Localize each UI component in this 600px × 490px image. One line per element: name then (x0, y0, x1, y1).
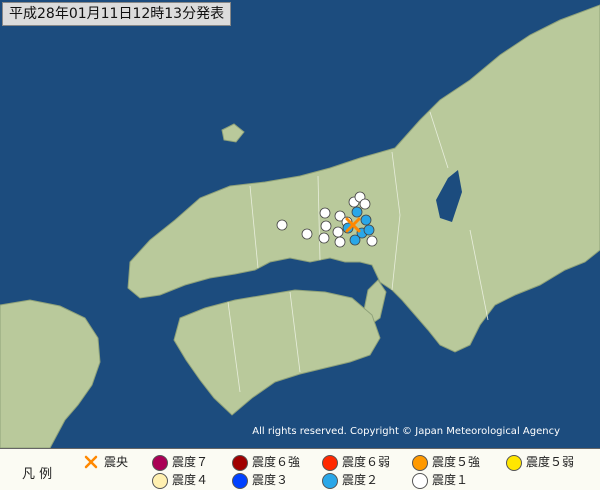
legend-item-label: 震度５弱 (526, 455, 575, 469)
station-intensity-1 (359, 198, 371, 210)
station-intensity-1 (334, 236, 346, 248)
circle-icon (322, 473, 338, 489)
station-intensity-2 (360, 214, 372, 226)
map-stage: 平成28年01月11日12時13分発表 All rights reserved.… (0, 0, 600, 490)
legend-item-label: 震度５強 (432, 455, 481, 469)
station-intensity-1 (301, 228, 313, 240)
circle-icon (152, 473, 168, 489)
circle-icon (322, 455, 338, 471)
legend-label: 凡 例 (22, 467, 53, 482)
copyright-notice: All rights reserved. Copyright © Japan M… (252, 426, 560, 437)
circle-icon (412, 473, 428, 489)
legend: 凡 例 震央 震度７ 震度６強 震度６弱 震度５強 震度５弱 震度４ 震度３ 震… (0, 448, 600, 490)
station-intensity-1 (276, 219, 288, 231)
circle-icon (232, 473, 248, 489)
legend-item-label: 震度１ (432, 473, 469, 487)
station-intensity-1 (318, 232, 330, 244)
station-intensity-1 (332, 226, 344, 238)
report-title: 平成28年01月11日12時13分発表 (2, 2, 232, 26)
station-intensity-2 (349, 234, 361, 246)
station-intensity-2 (363, 224, 375, 236)
legend-item-label: 震度３ (252, 473, 289, 487)
legend-item-label: 震度６強 (252, 455, 301, 469)
legend-item-label: 震度４ (172, 473, 209, 487)
circle-icon (412, 455, 428, 471)
legend-item-label: 震央 (104, 455, 129, 469)
intensity-map (0, 0, 600, 448)
station-intensity-2 (351, 206, 363, 218)
circle-icon (232, 455, 248, 471)
cross-icon (84, 455, 98, 469)
circle-icon (152, 455, 168, 471)
legend-item-label: 震度６弱 (342, 455, 391, 469)
legend-item-label: 震度２ (342, 473, 379, 487)
station-intensity-1 (319, 207, 331, 219)
station-intensity-1 (366, 235, 378, 247)
station-intensity-1 (320, 220, 332, 232)
legend-item-label: 震度７ (172, 455, 209, 469)
circle-icon (506, 455, 522, 471)
